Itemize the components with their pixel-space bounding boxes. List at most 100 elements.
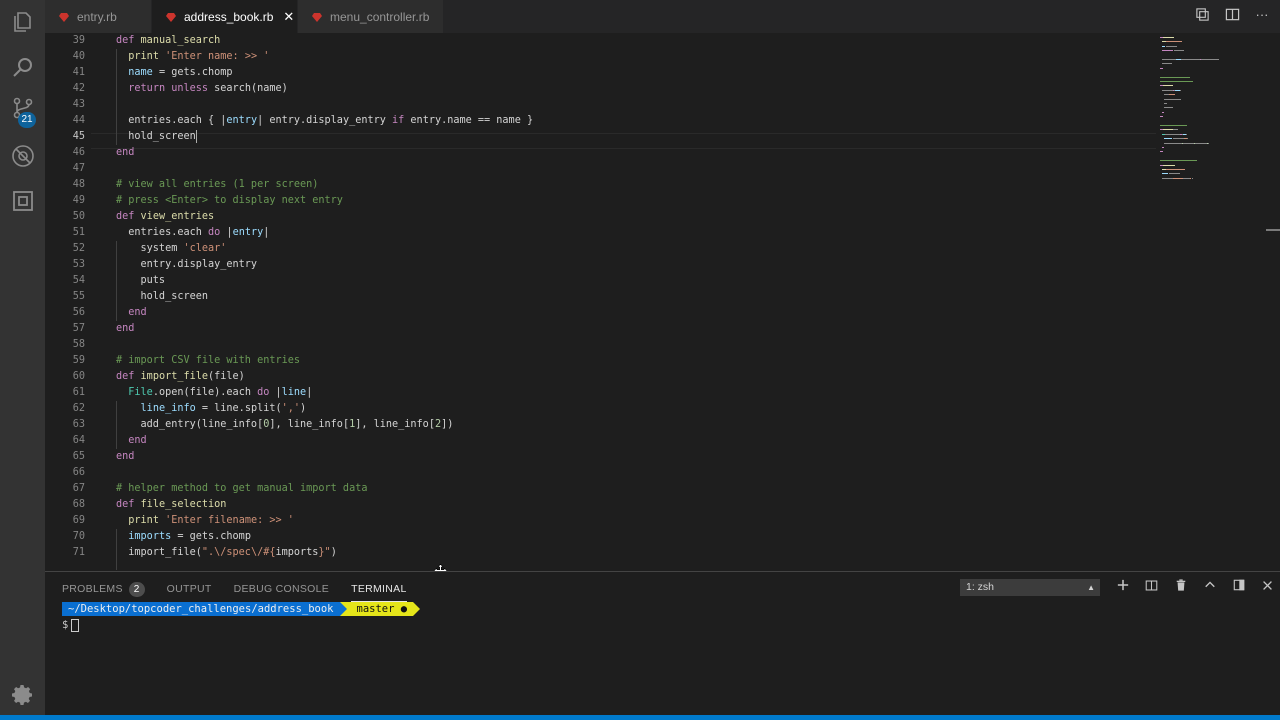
code-line[interactable]: end [116, 433, 1156, 449]
line-number: 71 [72, 547, 85, 558]
terminal-prompt: ~/Desktop/topcoder_challenges/address_bo… [62, 602, 421, 616]
line-number: 40 [72, 51, 85, 62]
debug-icon[interactable] [10, 143, 35, 168]
line-number: 55 [72, 291, 85, 302]
code-token: .open(file).each [152, 387, 258, 398]
code-token: line [281, 387, 307, 398]
code-line[interactable]: def import_file(file) [116, 369, 1156, 385]
more-actions-icon[interactable]: ··· [1254, 7, 1270, 23]
code-line[interactable]: print 'Enter name: >> ' [116, 49, 1156, 65]
code-line[interactable]: end [116, 449, 1156, 465]
line-number: 45 [72, 131, 85, 142]
open-changes-icon[interactable] [1194, 7, 1210, 23]
code-editor[interactable]: 39 40 41 42 43 44 45 46 47 48 49 50 51 52 53 54 55 56 57 58… [45, 33, 1280, 570]
code-line[interactable]: end [116, 321, 1156, 337]
close-panel-icon[interactable] [1260, 579, 1275, 595]
search-icon[interactable] [10, 54, 35, 79]
text-cursor [195, 129, 197, 143]
trash-icon[interactable] [1173, 579, 1188, 595]
code-line[interactable]: return unless search(name) [116, 81, 1156, 97]
line-number: 69 [72, 515, 85, 526]
code-line[interactable]: def file_selection [116, 497, 1156, 513]
code-line[interactable]: system 'clear' [116, 241, 1156, 257]
code-line[interactable] [116, 465, 1156, 481]
code-token: def [116, 35, 141, 46]
code-token: 'Enter name: >> ' [165, 51, 270, 62]
split-editor-icon[interactable] [1224, 7, 1240, 23]
code-token: import_file( [116, 547, 202, 558]
files-icon[interactable] [10, 9, 35, 34]
tab-problems[interactable]: PROBLEMS 2 [62, 580, 145, 598]
code-line[interactable]: File.open(file).each do |line| [116, 385, 1156, 401]
line-number: 62 [72, 403, 85, 414]
line-numbers: 39 40 41 42 43 44 45 46 47 48 49 50 51 52 53 54 55 56 57 58… [45, 33, 85, 561]
line-number: 64 [72, 435, 85, 446]
prompt-path: ~/Desktop/topcoder_challenges/address_bo… [62, 602, 340, 616]
code-line[interactable]: import_file(".\/spec\/#{imports}") [116, 545, 1156, 561]
code-line[interactable]: end [116, 145, 1156, 161]
tab-debug-console[interactable]: DEBUG CONSOLE [234, 580, 330, 598]
code-lines[interactable]: def manual_search print 'Enter name: >> … [116, 33, 1156, 561]
ruby-file-icon [166, 12, 176, 22]
code-line[interactable]: end [116, 305, 1156, 321]
code-token: view_entries [140, 211, 215, 222]
code-line[interactable]: imports = gets.chomp [116, 529, 1156, 545]
close-icon[interactable]: ✕ [283, 9, 294, 25]
tab-entry-rb[interactable]: entry.rb [45, 0, 151, 33]
code-line[interactable]: # import CSV file with entries [116, 353, 1156, 369]
minimap-line [1173, 50, 1185, 52]
minimap[interactable] [1160, 33, 1270, 193]
code-line[interactable]: # helper method to get manual import dat… [116, 481, 1156, 497]
minimap-line [1161, 59, 1177, 60]
terminal-input-line[interactable]: $ [62, 618, 420, 632]
code-line[interactable]: # press <Enter> to display next entry [116, 193, 1156, 209]
minimap-line [1182, 142, 1195, 144]
line-number: 63 [72, 419, 85, 430]
minimap-line [1207, 142, 1210, 144]
maximize-panel-icon[interactable] [1202, 579, 1217, 595]
code-token: hold_screen [116, 291, 209, 302]
code-line[interactable]: name = gets.chomp [116, 65, 1156, 81]
extensions-icon[interactable] [10, 188, 35, 213]
code-line[interactable]: entries.each { |entry| entry.display_ent… [116, 113, 1156, 129]
code-line[interactable]: def view_entries [116, 209, 1156, 225]
code-line[interactable] [116, 161, 1156, 177]
code-line[interactable]: def manual_search [116, 33, 1156, 49]
line-number: 46 [72, 147, 85, 158]
minimap-line [1172, 138, 1185, 140]
tab-output[interactable]: OUTPUT [167, 580, 212, 598]
code-line[interactable]: hold_screen [116, 289, 1156, 305]
code-token: ], line_info[ [355, 419, 435, 430]
code-line[interactable] [116, 337, 1156, 353]
code-token: puts [116, 275, 166, 286]
panel-actions [1115, 579, 1275, 595]
code-line[interactable]: entries.each do |entry| [116, 225, 1156, 241]
toggle-panel-icon[interactable] [1231, 579, 1246, 595]
code-line[interactable]: puts [116, 273, 1156, 289]
gear-icon[interactable] [10, 682, 35, 707]
editor-scrollbar[interactable] [1266, 33, 1280, 570]
split-terminal-icon[interactable] [1144, 579, 1159, 595]
terminal-select[interactable]: 1: zsh ▲ [960, 579, 1100, 596]
code-line[interactable] [116, 97, 1156, 113]
code-line[interactable]: hold_screen [116, 129, 1156, 145]
minimap-line [1160, 160, 1197, 162]
code-line[interactable]: add_entry(line_info[0], line_info[1], li… [116, 417, 1156, 433]
code-line[interactable]: # view all entries (1 per screen) [116, 177, 1156, 193]
tab-address-book-rb[interactable]: address_book.rb ✕ [152, 0, 297, 33]
branch-name: master ● [356, 603, 408, 615]
tab-menu-controller-rb[interactable]: menu_controller.rb [298, 0, 443, 33]
code-token: print [128, 515, 166, 526]
minimap-line [1161, 173, 1169, 175]
code-line[interactable]: print 'Enter filename: >> ' [116, 513, 1156, 529]
code-token: system [116, 243, 184, 254]
terminal[interactable]: ~/Desktop/topcoder_challenges/address_bo… [62, 602, 421, 632]
code-token: | entry.display_entry [257, 115, 393, 126]
ruby-file-icon [59, 12, 69, 22]
add-terminal-icon[interactable] [1115, 579, 1130, 595]
tab-terminal[interactable]: TERMINAL [351, 580, 407, 602]
code-line[interactable]: line_info = line.split(',') [116, 401, 1156, 417]
terminal-cursor [71, 618, 80, 632]
code-line[interactable]: entry.display_entry [116, 257, 1156, 273]
